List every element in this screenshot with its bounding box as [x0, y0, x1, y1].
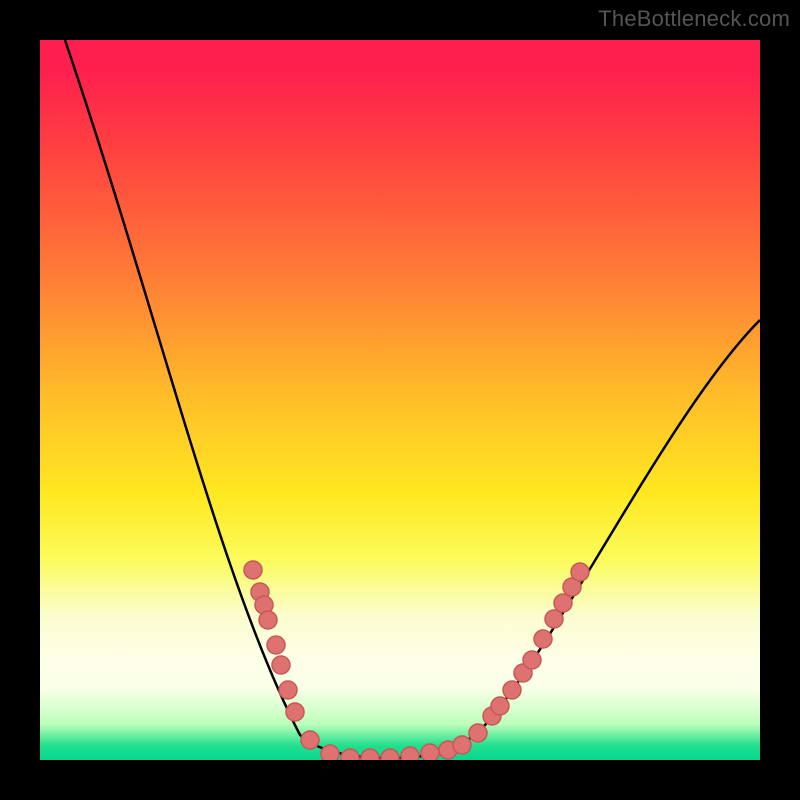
- scatter-dot: [491, 697, 509, 715]
- scatter-dot: [523, 651, 541, 669]
- scatter-dot: [554, 594, 572, 612]
- plot-area: [40, 40, 760, 760]
- scatter-dot: [381, 749, 399, 760]
- scatter-dot: [259, 611, 277, 629]
- scatter-dot: [341, 749, 359, 760]
- scatter-dot: [571, 563, 589, 581]
- scatter-dot: [279, 681, 297, 699]
- scatter-dot: [534, 630, 552, 648]
- scatter-dot: [453, 736, 471, 754]
- scatter-dot: [361, 749, 379, 760]
- scatter-dot: [286, 703, 304, 721]
- scatter-dot: [301, 731, 319, 749]
- scatter-dot: [503, 681, 521, 699]
- scatter-dot: [267, 636, 285, 654]
- scatter-dot: [469, 724, 487, 742]
- scatter-dot: [321, 745, 339, 760]
- scatter-dot: [545, 610, 563, 628]
- scatter-dot: [244, 561, 262, 579]
- scatter-dot: [272, 656, 290, 674]
- chart-svg: [40, 40, 760, 760]
- chart-frame: TheBottleneck.com: [0, 0, 800, 800]
- watermark-text: TheBottleneck.com: [598, 6, 790, 32]
- scatter-dot: [401, 747, 419, 760]
- bottleneck-curve-path: [65, 40, 760, 758]
- scatter-dot: [421, 744, 439, 760]
- scatter-group: [244, 561, 589, 760]
